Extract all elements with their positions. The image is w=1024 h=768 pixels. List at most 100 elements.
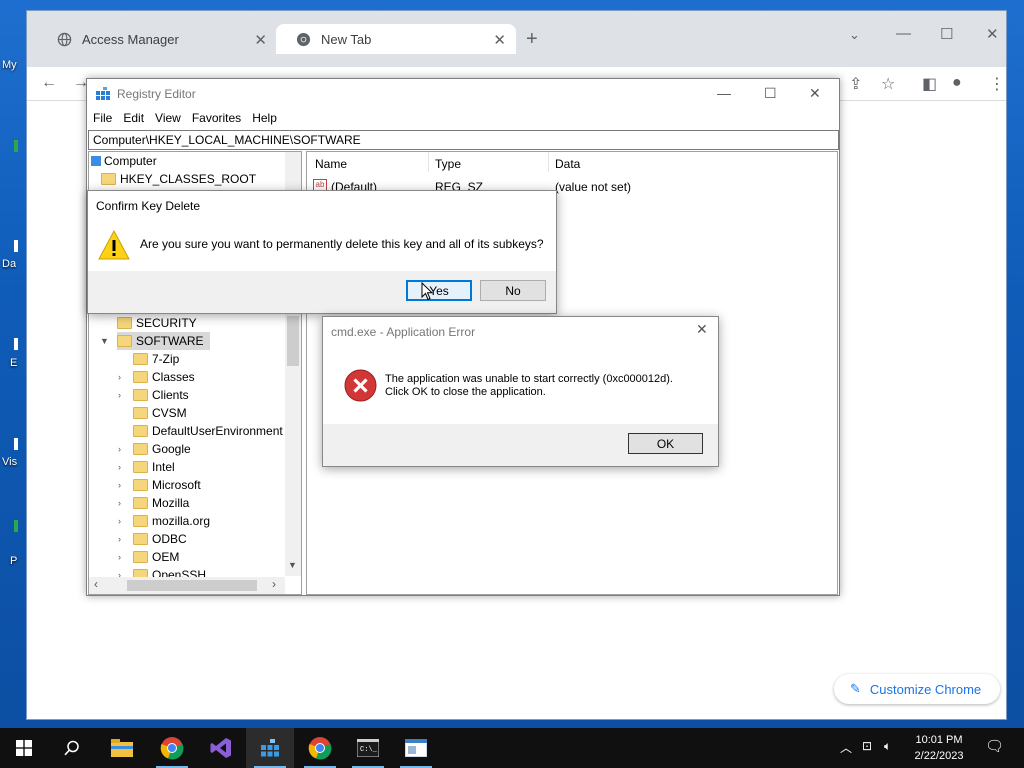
tree-item-security[interactable]: SECURITY xyxy=(117,314,197,332)
clock[interactable]: 10:01 PM 2/22/2023 xyxy=(904,732,974,764)
ok-button[interactable]: OK xyxy=(628,433,703,454)
tree-item-label: Microsoft xyxy=(152,478,201,492)
desktop-icon-label[interactable]: E xyxy=(10,357,17,369)
menu-item-view[interactable]: View xyxy=(149,109,186,129)
tab-new-tab[interactable]: New Tab ✕ xyxy=(276,24,516,54)
chevron-right-icon[interactable]: › xyxy=(118,534,121,544)
tree-item-7zip[interactable]: 7-Zip xyxy=(133,350,179,368)
star-icon[interactable]: ☆ xyxy=(881,74,895,94)
folder-icon xyxy=(101,173,116,185)
desktop-icon[interactable] xyxy=(14,520,18,532)
close-icon[interactable]: ✕ xyxy=(696,321,708,338)
volume-icon[interactable]: 🔈︎ xyxy=(884,739,891,754)
chevron-right-icon[interactable]: › xyxy=(118,390,121,400)
confirm-key-delete-dialog: Confirm Key Delete Are you sure you want… xyxy=(87,190,557,314)
side-panel-icon[interactable]: ◧ xyxy=(922,74,937,94)
taskbar-chrome[interactable] xyxy=(148,728,196,768)
profile-icon[interactable]: ● xyxy=(952,74,962,92)
dialog-footer: Yes No xyxy=(88,271,556,313)
tree-item-label: Intel xyxy=(152,460,175,474)
tree-item-cvsm[interactable]: CVSM xyxy=(133,404,187,422)
notifications-icon[interactable]: 🗨︎ xyxy=(985,737,1004,755)
search-button[interactable] xyxy=(48,728,96,768)
column-header-type[interactable]: Type xyxy=(435,157,461,171)
chevron-left-icon[interactable]: ‹ xyxy=(94,577,98,591)
desktop-icon[interactable] xyxy=(14,140,18,152)
maximize-icon[interactable]: ☐ xyxy=(764,85,777,102)
taskbar-file-explorer[interactable] xyxy=(98,728,146,768)
scrollbar-thumb[interactable] xyxy=(127,580,257,591)
tree-item-classes[interactable]: Classes xyxy=(133,368,195,386)
taskbar-visual-studio[interactable] xyxy=(197,728,245,768)
folder-icon xyxy=(133,353,148,365)
chevron-up-icon[interactable]: ︿ xyxy=(840,739,852,756)
menu-item-favorites[interactable]: Favorites xyxy=(186,109,246,129)
folder-icon xyxy=(117,317,132,329)
desktop-icon[interactable] xyxy=(14,240,18,252)
tree-item-google[interactable]: Google xyxy=(133,440,191,458)
menu-item-help[interactable]: Help xyxy=(246,109,282,129)
desktop-icon[interactable] xyxy=(14,438,18,450)
command-prompt-icon: C:\_ xyxy=(357,739,379,757)
tree-item-defaultuserenvironment[interactable]: DefaultUserEnvironment xyxy=(133,422,283,440)
column-separator[interactable] xyxy=(548,152,549,172)
menu-item-file[interactable]: File xyxy=(87,109,117,129)
tab-search-icon[interactable]: ⌄ xyxy=(849,27,860,43)
back-icon[interactable]: ← xyxy=(41,74,57,92)
tree-item-computer[interactable]: Computer xyxy=(91,152,157,170)
tree-item-microsoft[interactable]: Microsoft xyxy=(133,476,201,494)
chevron-right-icon[interactable]: › xyxy=(118,372,121,382)
tree-item-oem[interactable]: OEM xyxy=(133,548,179,566)
tree-item-clients[interactable]: Clients xyxy=(133,386,189,404)
taskbar-app[interactable] xyxy=(392,728,440,768)
chevron-down-icon[interactable]: ▼ xyxy=(100,336,109,346)
close-icon[interactable]: ✕ xyxy=(493,31,506,49)
column-header-data[interactable]: Data xyxy=(555,157,580,171)
address-bar[interactable]: Computer\HKEY_LOCAL_MACHINE\SOFTWARE xyxy=(88,130,839,150)
close-icon[interactable]: ✕ xyxy=(254,31,267,49)
minimize-icon[interactable]: — xyxy=(717,85,731,101)
tree-item-mozilla[interactable]: Mozilla xyxy=(133,494,189,512)
no-button[interactable]: No xyxy=(480,280,546,301)
yes-button[interactable]: Yes xyxy=(406,280,472,301)
desktop-icon-label[interactable]: My xyxy=(2,59,17,71)
tree-item-label: Google xyxy=(152,442,191,456)
tree-item-odbc[interactable]: ODBC xyxy=(133,530,187,548)
taskbar-registry-editor[interactable] xyxy=(246,728,294,768)
close-window-icon[interactable]: ✕ xyxy=(986,25,999,43)
start-button[interactable] xyxy=(0,728,48,768)
chevron-right-icon[interactable]: › xyxy=(118,552,121,562)
network-icon[interactable]: ⊡ xyxy=(862,739,872,753)
tree-item-hkcr[interactable]: HKEY_CLASSES_ROOT xyxy=(101,170,256,188)
chevron-right-icon[interactable]: › xyxy=(272,577,276,591)
chevron-right-icon[interactable]: › xyxy=(118,516,121,526)
tree-item-mozilla-org[interactable]: mozilla.org xyxy=(133,512,210,530)
column-separator[interactable] xyxy=(428,152,429,172)
tree-item-intel[interactable]: Intel xyxy=(133,458,175,476)
desktop-icon[interactable] xyxy=(14,338,18,350)
minimize-icon[interactable]: — xyxy=(896,25,911,42)
desktop-icon-label[interactable]: P xyxy=(10,555,17,567)
tab-access-manager[interactable]: Access Manager ✕ xyxy=(37,24,277,54)
tree-item-software[interactable]: SOFTWARE xyxy=(117,332,210,350)
scrollbar-thumb[interactable] xyxy=(287,316,299,366)
column-header-name[interactable]: Name xyxy=(315,157,347,171)
dialog-title: cmd.exe - Application Error xyxy=(331,325,476,339)
close-window-icon[interactable]: ✕ xyxy=(809,85,821,102)
chevron-right-icon[interactable]: › xyxy=(118,462,121,472)
chevron-right-icon[interactable]: › xyxy=(118,480,121,490)
taskbar-command-prompt[interactable]: C:\_ xyxy=(344,728,392,768)
desktop-icon-label[interactable]: Da xyxy=(2,258,16,270)
chevron-right-icon[interactable]: › xyxy=(118,498,121,508)
menu-item-edit[interactable]: Edit xyxy=(117,109,149,129)
chevron-down-icon[interactable]: ▼ xyxy=(288,560,297,570)
horizontal-scrollbar[interactable]: ‹ › xyxy=(89,577,285,594)
share-icon[interactable]: ⇪ xyxy=(849,74,862,94)
menu-icon[interactable]: ⋮ xyxy=(989,74,1005,94)
taskbar-chrome-2[interactable] xyxy=(296,728,344,768)
chevron-right-icon[interactable]: › xyxy=(118,444,121,454)
maximize-icon[interactable]: ☐ xyxy=(940,25,953,43)
new-tab-icon[interactable]: + xyxy=(526,29,538,49)
desktop-icon-label[interactable]: Vis xyxy=(2,456,17,468)
customize-chrome-button[interactable]: ✎ Customize Chrome xyxy=(834,674,1000,704)
